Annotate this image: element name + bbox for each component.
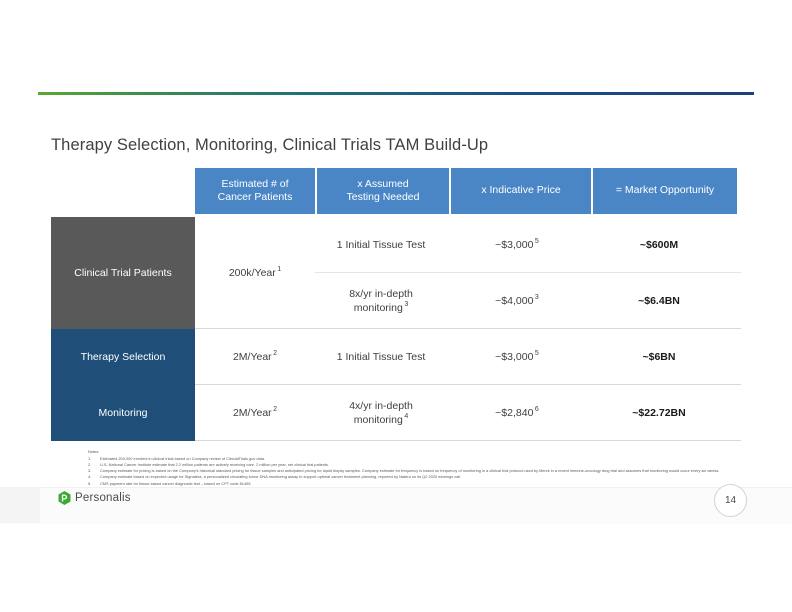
cell-patients-value: 200k/Year bbox=[228, 266, 276, 279]
footnote-ref: 2 bbox=[273, 406, 278, 413]
cell-price: ~$3,000 5 bbox=[447, 350, 587, 364]
cell-testing-line1: 4x/yr in-depth bbox=[349, 399, 413, 412]
table-row: Monitoring 2M/Year 2 4x/yr in-depth monit… bbox=[51, 385, 741, 441]
footnote-ref: 5 bbox=[534, 238, 539, 245]
table-row: Clinical Trial Patients 200k/Year 1 1 Ini… bbox=[51, 217, 741, 329]
cell-testing-line2: monitoring bbox=[353, 301, 403, 314]
cell-testing-line1: 8x/yr in-depth bbox=[349, 287, 413, 300]
cell-testing: 1 Initial Tissue Test bbox=[336, 350, 426, 363]
row-body: 200k/Year 1 1 Initial Tissue Test ~$3,000… bbox=[195, 217, 741, 329]
column-header-opportunity: = Market Opportunity bbox=[593, 168, 737, 214]
cell-price: ~$3,000 5 bbox=[447, 238, 587, 252]
table-subrow: 1 Initial Tissue Test ~$3,000 5 ~$600M bbox=[315, 217, 741, 273]
footer-left-shade bbox=[0, 487, 40, 523]
footnote-ref: 1 bbox=[277, 266, 282, 273]
cell-price-value: ~$4,000 bbox=[495, 294, 534, 307]
cell-price: ~$4,000 3 bbox=[447, 294, 587, 308]
page-number: 14 bbox=[714, 484, 747, 517]
cell-price-value: ~$3,000 bbox=[495, 350, 534, 363]
row-label-monitoring: Monitoring bbox=[51, 385, 195, 441]
cell-patients: 200k/Year 1 bbox=[195, 217, 315, 328]
hexagon-logo-icon bbox=[58, 491, 71, 505]
header-patients-line1: Estimated # of bbox=[221, 177, 289, 190]
footnote-ref: 6 bbox=[534, 406, 539, 413]
header-testing-line2: Testing Needed bbox=[346, 191, 420, 203]
cell-opportunity: ~$6BN bbox=[642, 350, 676, 363]
page-title: Therapy Selection, Monitoring, Clinical … bbox=[51, 136, 489, 154]
cell-patients-value: 2M/Year bbox=[232, 406, 272, 419]
table-subrow: 8x/yr in-depth monitoring 3 ~$4,000 3 ~$6.… bbox=[315, 273, 741, 328]
header-spacer bbox=[51, 168, 195, 214]
header-patients-line2: Cancer Patients bbox=[217, 191, 293, 203]
cell-price: ~$2,840 6 bbox=[447, 406, 587, 420]
top-accent-rule bbox=[38, 92, 754, 95]
cell-opportunity: ~$6.4BN bbox=[638, 294, 680, 307]
header-testing-line1: x Assumed bbox=[357, 177, 409, 190]
column-header-testing: x Assumed Testing Needed bbox=[317, 168, 449, 214]
footnote-ref: 5 bbox=[534, 350, 539, 357]
row-label-clinical-trial-patients: Clinical Trial Patients bbox=[51, 217, 195, 329]
footnote-ref: 3 bbox=[404, 301, 409, 308]
cell-testing: 1 Initial Tissue Test bbox=[336, 238, 426, 251]
cell-testing: 4x/yr in-depth monitoring 4 bbox=[315, 399, 447, 427]
row-label-therapy-selection: Therapy Selection bbox=[51, 329, 195, 385]
table-row: Therapy Selection 2M/Year 2 1 Initial Tis… bbox=[51, 329, 741, 385]
cell-patients: 2M/Year 2 bbox=[195, 350, 315, 363]
footnote-ref: 3 bbox=[534, 294, 539, 301]
row-body: 2M/Year 2 1 Initial Tissue Test ~$3,000 5 … bbox=[195, 329, 741, 385]
cell-patients: 2M/Year 2 bbox=[195, 406, 315, 419]
row-subrow-stack: 1 Initial Tissue Test ~$3,000 5 ~$600M 8x… bbox=[315, 217, 741, 328]
row-body: 2M/Year 2 4x/yr in-depth monitoring 4 ~$2,… bbox=[195, 385, 741, 441]
footnote-ref: 4 bbox=[404, 413, 409, 420]
table-body: Clinical Trial Patients 200k/Year 1 1 Ini… bbox=[51, 217, 741, 441]
cell-opportunity: ~$600M bbox=[639, 238, 679, 251]
cell-opportunity: ~$22.72BN bbox=[632, 406, 686, 419]
footnotes-heading: Notes: bbox=[88, 449, 100, 454]
brand-name: Personalis bbox=[75, 492, 131, 504]
footnote-ref: 2 bbox=[273, 350, 278, 357]
cell-price-value: ~$2,840 bbox=[495, 406, 534, 419]
tam-buildup-table: Estimated # of Cancer Patients x Assumed… bbox=[51, 168, 741, 441]
cell-patients-value: 2M/Year bbox=[232, 350, 272, 363]
table-header-row: Estimated # of Cancer Patients x Assumed… bbox=[51, 168, 741, 214]
cell-testing-line2: monitoring bbox=[353, 413, 403, 426]
column-header-patients: Estimated # of Cancer Patients bbox=[195, 168, 315, 214]
brand-logo: Personalis bbox=[58, 491, 131, 505]
cell-testing: 8x/yr in-depth monitoring 3 bbox=[315, 287, 447, 315]
cell-price-value: ~$3,000 bbox=[495, 238, 534, 251]
column-header-price: x Indicative Price bbox=[451, 168, 591, 214]
